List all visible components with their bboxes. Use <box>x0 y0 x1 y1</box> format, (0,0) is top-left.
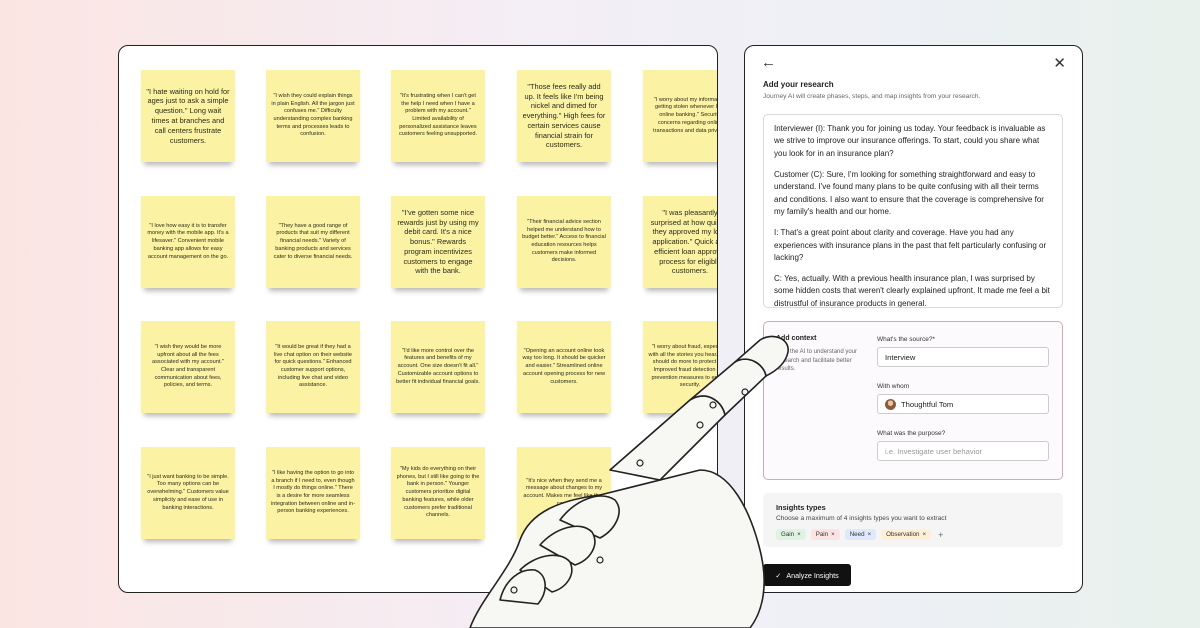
sticky-note-text: "I worry about fraud, especially with al… <box>648 343 718 389</box>
transcript-paragraph: Interviewer (I): Thank you for joining u… <box>774 124 1046 158</box>
check-icon: ✓ <box>775 570 782 580</box>
context-description: Help the AI to understand your research … <box>776 349 858 373</box>
sticky-note-text: "It would be great if they had a live ch… <box>273 343 353 389</box>
sticky-note[interactable]: "Those fees really add up. It feels like… <box>517 70 611 162</box>
sticky-note-text: "I'd like more control over the features… <box>396 347 480 385</box>
sticky-note-text: "I was pleasantly surprised at how quick… <box>650 207 718 276</box>
remove-tag-icon: × <box>867 531 872 538</box>
panel-title: Add your research <box>763 80 834 89</box>
sticky-note[interactable]: "I was pleasantly surprised at how quick… <box>643 196 718 288</box>
context-title: Add context <box>776 335 817 342</box>
sticky-note-text: "I've gotten some nice rewards just by u… <box>397 207 479 276</box>
sticky-note[interactable]: "I hate waiting on hold for ages just to… <box>141 70 235 162</box>
sticky-note-text: "It's frustrating when I can't get the h… <box>398 92 478 138</box>
sticky-note-text: "They have a good range of products that… <box>273 222 353 260</box>
purpose-input[interactable]: i.e. Investigate user behavior <box>877 441 1049 461</box>
sticky-note[interactable]: "My kids do everything on their phones, … <box>391 447 485 539</box>
source-label: What's the source?* <box>877 336 935 343</box>
sticky-note[interactable]: "I worry about fraud, especially with al… <box>643 321 718 413</box>
whom-label: With whom <box>877 383 910 390</box>
sticky-note-text: "I love how easy it is to transfer money… <box>147 222 229 260</box>
sticky-note-text: "Opening an account online took way too … <box>522 347 606 385</box>
back-arrow-icon[interactable]: ← <box>761 54 776 71</box>
sticky-note-text: "I wish they could explain things in pla… <box>271 92 355 138</box>
sticky-note-text: "I just want banking to be simple. Too m… <box>147 473 229 511</box>
sticky-note[interactable]: "I've gotten some nice rewards just by u… <box>391 196 485 288</box>
purpose-label: What was the purpose? <box>877 430 946 437</box>
sticky-note[interactable]: "It would be great if they had a live ch… <box>266 321 360 413</box>
transcript-paragraph: C: Yes, actually. With a previous health… <box>774 274 1050 308</box>
sticky-note-text: "I hate waiting on hold for ages just to… <box>146 86 230 145</box>
sticky-note[interactable]: "I just want banking to be simple. Too m… <box>141 447 235 539</box>
tag-observation[interactable]: Observation × <box>881 529 932 540</box>
sticky-note[interactable]: "I like having the option to go into a b… <box>266 447 360 539</box>
close-icon[interactable]: ✕ <box>1053 54 1066 72</box>
tag-gain[interactable]: Gain × <box>776 529 806 540</box>
analyze-insights-button[interactable]: ✓ Analyze Insights <box>763 564 851 586</box>
sticky-note[interactable]: "They have a good range of products that… <box>266 196 360 288</box>
insight-tag-list: Gain × Pain × Need × Observation × + <box>776 529 943 540</box>
sticky-note-text: "Those fees really add up. It feels like… <box>522 81 606 150</box>
insights-types-section: Insights types Choose a maximum of 4 ins… <box>763 493 1063 547</box>
sticky-note[interactable]: "Their financial advice section helped m… <box>517 196 611 288</box>
sticky-note[interactable]: "I wish they could explain things in pla… <box>266 70 360 162</box>
sticky-note[interactable]: "I wish they would be more upfront about… <box>141 321 235 413</box>
sticky-note[interactable]: "It's nice when they send me a message a… <box>517 447 611 539</box>
sticky-note-text: "Their financial advice section helped m… <box>522 218 606 264</box>
context-section: Add context Help the AI to understand yo… <box>763 321 1063 480</box>
avatar <box>885 398 896 410</box>
sticky-note-text: "I worry about my information getting st… <box>653 96 718 134</box>
purpose-placeholder: i.e. Investigate user behavior <box>885 446 983 456</box>
sticky-note[interactable]: "I'd like more control over the features… <box>391 321 485 413</box>
insights-title: Insights types <box>776 503 826 512</box>
sticky-note[interactable]: "I love how easy it is to transfer money… <box>141 196 235 288</box>
sticky-note-board: "I hate waiting on hold for ages just to… <box>118 45 718 593</box>
transcript-paragraph: Customer (C): Sure, I'm looking for some… <box>774 169 1044 216</box>
sticky-note-text: "It's nice when they send me a message a… <box>523 477 605 507</box>
whom-value: Thoughtful Tom <box>901 399 954 409</box>
sticky-note[interactable]: "I worry about my information getting st… <box>643 70 718 162</box>
remove-tag-icon: × <box>922 531 927 538</box>
sticky-note-text: "I like having the option to go into a b… <box>271 469 355 515</box>
transcript-textarea[interactable]: Interviewer (I): Thank you for joining u… <box>763 114 1063 308</box>
sticky-note[interactable]: "It's frustrating when I can't get the h… <box>391 70 485 162</box>
whom-field[interactable]: Thoughtful Tom <box>877 394 1049 414</box>
source-field[interactable]: Interview <box>877 347 1049 367</box>
sticky-note-text: "My kids do everything on their phones, … <box>396 465 480 519</box>
remove-tag-icon: × <box>797 531 801 538</box>
add-tag-icon[interactable]: + <box>938 530 943 540</box>
panel-subtitle: Journey AI will create phases, steps, an… <box>763 93 981 100</box>
tag-pain[interactable]: Pain × <box>810 529 840 540</box>
sticky-note[interactable]: "Opening an account online took way too … <box>517 321 611 413</box>
sticky-note-text: "I wish they would be more upfront about… <box>152 343 224 389</box>
insights-subtitle: Choose a maximum of 4 insights types you… <box>776 515 947 522</box>
transcript-paragraph: I: That's a great point about clarity an… <box>774 228 1047 262</box>
remove-tag-icon: × <box>831 531 835 538</box>
source-value: Interview <box>885 352 916 362</box>
add-research-panel: ← ✕ Add your research Journey AI will cr… <box>744 45 1083 593</box>
tag-need[interactable]: Need × <box>844 529 877 540</box>
